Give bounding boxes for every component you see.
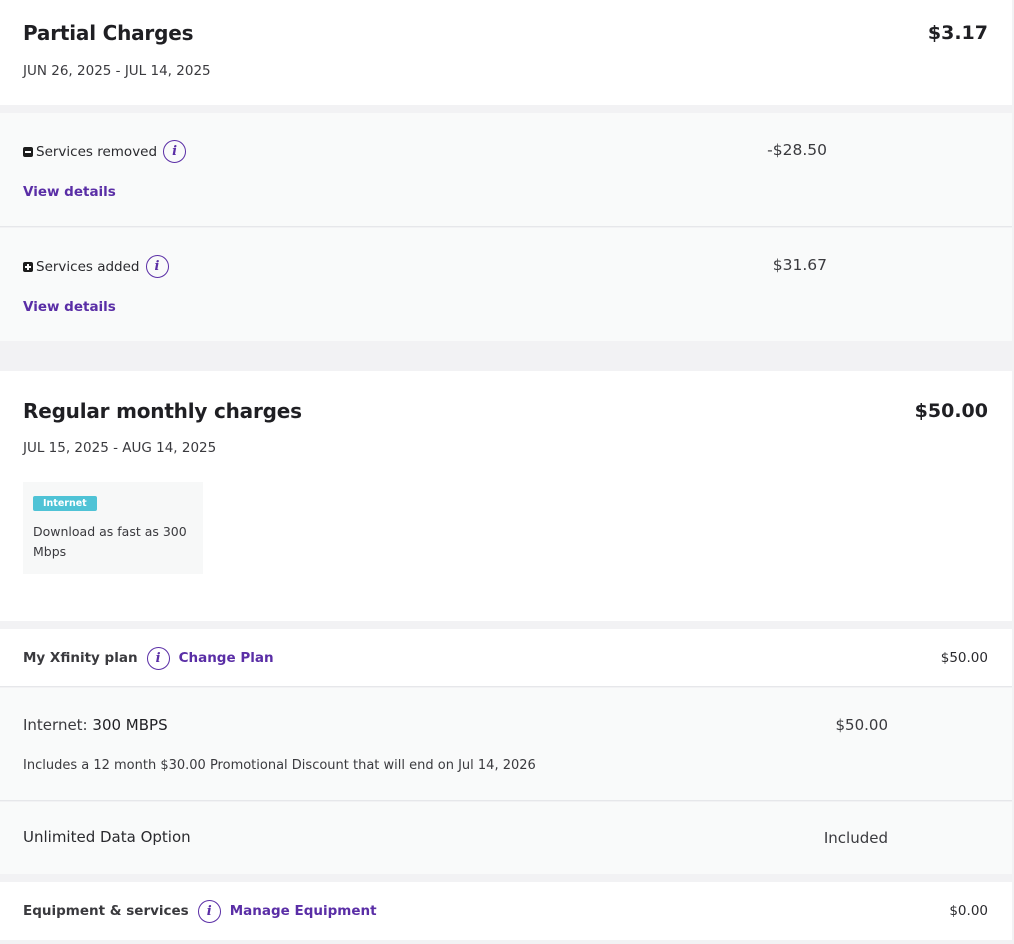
info-icon[interactable]: i [197, 899, 221, 923]
info-icon[interactable]: i [145, 255, 169, 278]
my-plan-label-row: My Xfinity plan i Change Plan [23, 629, 274, 687]
services-removed-amount: -$28.50 [767, 141, 827, 159]
info-icon[interactable]: i [146, 646, 170, 670]
regular-charges-date-range: JUL 15, 2025 - AUG 14, 2025 [23, 440, 217, 456]
internet-promo-note: Includes a 12 month $30.00 Promotional D… [23, 758, 536, 773]
my-plan-amount: $50.00 [940, 650, 988, 666]
change-plan-link[interactable]: Change Plan [179, 650, 274, 666]
unlimited-data-amount: Included [823, 829, 888, 847]
services-removed-label: Services removed [36, 143, 158, 160]
partial-charges-amount: $3.17 [927, 22, 988, 44]
my-plan-row: My Xfinity plan i Change Plan $50.00 [0, 629, 1012, 687]
plus-square-icon [23, 261, 33, 272]
unlimited-data-label: Unlimited Data Option [23, 828, 191, 846]
internet-plan-line: Internet: 300 MBPS $50.00 Includes a 12 … [0, 688, 1012, 801]
internet-tag: Internet [33, 496, 97, 511]
unlimited-data-line: Unlimited Data Option Included [0, 802, 1012, 874]
internet-tile-description: Download as fast as 300 Mbps [33, 524, 187, 559]
services-removed-label-row: Services removed i [23, 140, 187, 163]
regular-charges-title: Regular monthly charges [23, 399, 302, 423]
regular-monthly-charges-card: Regular monthly charges $50.00 JUL 15, 2… [0, 371, 1012, 621]
partial-charges-date-range: JUN 26, 2025 - JUL 14, 2025 [23, 63, 211, 79]
services-added-label-row: Services added i [23, 255, 169, 278]
partial-charges-title: Partial Charges [23, 21, 194, 45]
services-added-amount: $31.67 [772, 256, 827, 274]
internet-plan-amount: $50.00 [835, 716, 889, 734]
minus-square-icon [23, 146, 33, 157]
internet-service-tile: Internet Download as fast as 300 Mbps [23, 482, 203, 574]
services-removed-section: Services removed i -$28.50 View details [0, 113, 1012, 227]
services-added-label: Services added [36, 258, 140, 275]
equipment-label-row: Equipment & services i Manage Equipment [23, 882, 377, 940]
internet-plan-prefix: Internet: [23, 716, 88, 734]
my-plan-label: My Xfinity plan [23, 650, 138, 666]
equipment-services-row: Equipment & services i Manage Equipment … [0, 882, 1012, 940]
services-removed-view-details-link[interactable]: View details [23, 184, 116, 200]
services-added-section: Services added i $31.67 View details [0, 228, 1012, 341]
services-added-view-details-link[interactable]: View details [23, 299, 116, 315]
equipment-amount: $0.00 [949, 903, 988, 919]
partial-charges-card: Partial Charges $3.17 JUN 26, 2025 - JUL… [0, 0, 1012, 105]
equipment-label: Equipment & services [23, 903, 189, 919]
manage-equipment-link[interactable]: Manage Equipment [230, 903, 377, 919]
info-icon[interactable]: i [163, 140, 187, 163]
internet-plan-speed: 300 MBPS [92, 716, 168, 734]
regular-charges-amount: $50.00 [914, 400, 988, 422]
bill-page: Partial Charges $3.17 JUN 26, 2025 - JUL… [0, 0, 1012, 944]
internet-plan-title: Internet: 300 MBPS [23, 716, 168, 734]
